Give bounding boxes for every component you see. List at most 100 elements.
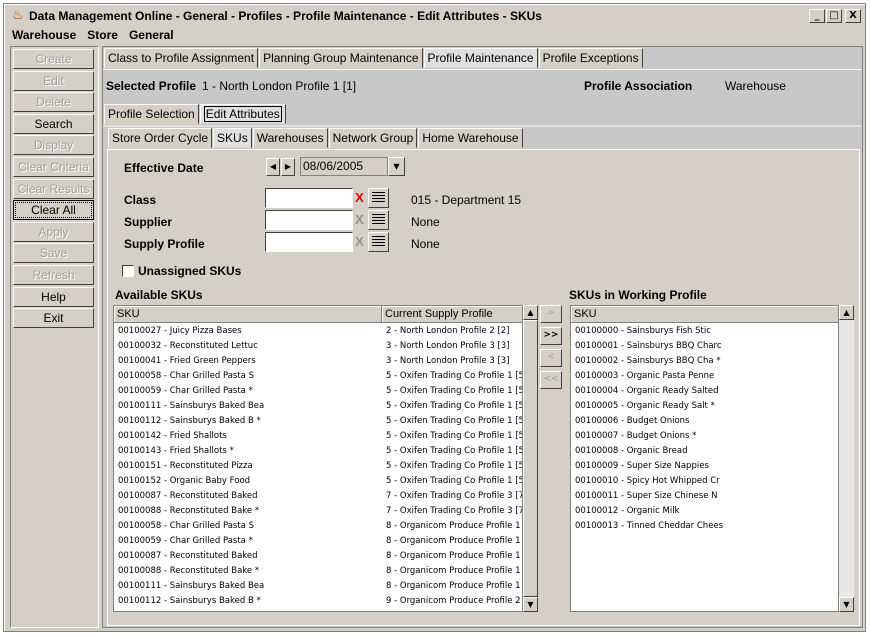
minimize-button[interactable]: _ bbox=[809, 8, 825, 23]
create-button[interactable]: Create bbox=[13, 49, 94, 69]
date-prev-button[interactable]: ◀ bbox=[266, 158, 280, 176]
working-scrollbar[interactable]: ▲ ▼ bbox=[839, 305, 854, 612]
menu-warehouse[interactable]: Warehouse bbox=[12, 28, 76, 42]
list-item[interactable]: 00100010 - Spicy Hot Whipped Cr bbox=[571, 474, 836, 489]
sku-cell: 00100111 - Sainsburys Baked Bea bbox=[118, 401, 265, 411]
scroll-down-arrow-icon[interactable]: ▼ bbox=[523, 597, 538, 612]
list-item[interactable]: 00100004 - Organic Ready Salted bbox=[571, 384, 836, 399]
table-row[interactable]: 00100112 - Sainsburys Baked B * 9 - Organ… bbox=[114, 594, 522, 609]
clear-all-button[interactable]: Clear All bbox=[13, 200, 94, 221]
tab-home-warehouse[interactable]: Home Warehouse bbox=[418, 128, 523, 148]
move-all-left-button[interactable]: << bbox=[540, 371, 562, 389]
sku-cell: 00100087 - Reconstituted Baked bbox=[118, 491, 258, 501]
apply-button[interactable]: Apply bbox=[13, 221, 94, 242]
table-row[interactable]: 00100058 - Char Grilled Pasta S 8 - Organ… bbox=[114, 519, 522, 534]
move-all-right-button[interactable]: >> bbox=[540, 327, 562, 345]
column-header-current-supply-profile[interactable]: Current Supply Profile bbox=[382, 306, 522, 322]
tab-warehouses[interactable]: Warehouses bbox=[252, 128, 328, 148]
table-row[interactable]: 00100152 - Organic Baby Food 5 - Oxifen T… bbox=[114, 474, 522, 489]
main-panel: Class to Profile Assignment Planning Gro… bbox=[102, 46, 863, 628]
table-row[interactable]: 00100027 - Juicy Pizza Bases 2 - North Lo… bbox=[114, 324, 522, 339]
column-header-sku[interactable]: SKU bbox=[114, 306, 382, 322]
delete-button[interactable]: Delete bbox=[13, 92, 94, 113]
maximize-button[interactable]: □ bbox=[826, 8, 842, 23]
scroll-up-arrow-icon[interactable]: ▲ bbox=[523, 305, 538, 320]
table-row[interactable]: 00100087 - Reconstituted Baked 7 - Oxifen… bbox=[114, 489, 522, 504]
date-dropdown-button[interactable]: ▼ bbox=[388, 157, 405, 176]
move-left-button[interactable]: < bbox=[540, 349, 562, 367]
tab-profile-maintenance[interactable]: Profile Maintenance bbox=[423, 48, 538, 68]
tab-profile-exceptions[interactable]: Profile Exceptions bbox=[538, 48, 643, 68]
list-item[interactable]: 00100005 - Organic Ready Salt * bbox=[571, 399, 836, 414]
list-item[interactable]: 00100002 - Sainsburys BBQ Cha * bbox=[571, 354, 836, 369]
close-button[interactable]: X bbox=[845, 8, 861, 23]
save-button[interactable]: Save bbox=[13, 243, 94, 264]
working-column-header-sku[interactable]: SKU bbox=[571, 306, 838, 322]
table-row[interactable]: 00100088 - Reconstituted Bake * 7 - Oxife… bbox=[114, 504, 522, 519]
table-row[interactable]: 00100143 - Fried Shallots * 5 - Oxifen Tr… bbox=[114, 444, 522, 459]
available-skus-table[interactable]: SKU Current Supply Profile 00100027 - Ju… bbox=[113, 305, 523, 612]
list-item[interactable]: 00100013 - Tinned Cheddar Chees bbox=[571, 519, 836, 534]
supplier-list-icon[interactable] bbox=[368, 210, 389, 230]
table-row[interactable]: 00100142 - Fried Shallots 5 - Oxifen Trad… bbox=[114, 429, 522, 444]
working-scroll-up-arrow-icon[interactable]: ▲ bbox=[839, 305, 854, 320]
table-row[interactable]: 00100111 - Sainsburys Baked Bea 5 - Oxife… bbox=[114, 399, 522, 414]
table-row[interactable]: 00100142 - Fried Shallots11 - Organicom … bbox=[114, 609, 522, 611]
unassigned-skus-checkbox[interactable] bbox=[122, 265, 134, 277]
title-bar[interactable]: ♨ Data Management Online - General - Pro… bbox=[6, 6, 863, 25]
table-row[interactable]: 00100088 - Reconstituted Bake * 8 - Organ… bbox=[114, 564, 522, 579]
date-next-button[interactable]: ▶ bbox=[281, 158, 295, 176]
refresh-button[interactable]: Refresh bbox=[13, 264, 94, 285]
tab-planning-group-maintenance[interactable]: Planning Group Maintenance bbox=[259, 48, 423, 68]
clear-criteria-button[interactable]: Clear Criteria bbox=[13, 156, 94, 177]
menu-general[interactable]: General bbox=[129, 28, 174, 42]
table-row[interactable]: 00100032 - Reconstituted Lettuc 3 - North… bbox=[114, 339, 522, 354]
table-row[interactable]: 00100087 - Reconstituted Baked 8 - Organi… bbox=[114, 549, 522, 564]
move-right-button[interactable]: > bbox=[540, 305, 562, 323]
available-scrollbar[interactable]: ▲ ▼ bbox=[523, 305, 538, 612]
tab-edit-attributes[interactable]: Edit Attributes bbox=[199, 104, 286, 124]
clear-results-button[interactable]: Clear Results bbox=[13, 178, 94, 199]
list-item[interactable]: 00100011 - Super Size Chinese N bbox=[571, 489, 836, 504]
exit-button[interactable]: Exit bbox=[13, 308, 94, 329]
table-row[interactable]: 00100059 - Char Grilled Pasta * 8 - Organ… bbox=[114, 534, 522, 549]
class-clear-icon[interactable]: X bbox=[353, 188, 366, 208]
supplier-clear-icon[interactable]: X bbox=[353, 210, 366, 230]
working-sku-cell: 00100004 - Organic Ready Salted bbox=[575, 386, 719, 396]
tab-network-group[interactable]: Network Group bbox=[328, 128, 418, 148]
tab-store-order-cycle[interactable]: Store Order Cycle bbox=[108, 128, 213, 148]
list-item[interactable]: 00100008 - Organic Bread bbox=[571, 444, 836, 459]
class-list-icon[interactable] bbox=[368, 188, 389, 208]
help-button[interactable]: Help bbox=[13, 286, 94, 307]
working-scroll-down-arrow-icon[interactable]: ▼ bbox=[839, 597, 854, 612]
table-row[interactable]: 00100111 - Sainsburys Baked Bea 8 - Organ… bbox=[114, 579, 522, 594]
list-item[interactable]: 00100009 - Super Size Nappies bbox=[571, 459, 836, 474]
working-skus-table[interactable]: SKU 00100000 - Sainsburys Fish Stic 00100… bbox=[570, 305, 839, 612]
list-item[interactable]: 00100006 - Budget Onions bbox=[571, 414, 836, 429]
supplier-input[interactable] bbox=[265, 210, 353, 230]
display-button[interactable]: Display bbox=[13, 135, 94, 156]
tab-skus[interactable]: SKUs bbox=[213, 128, 252, 148]
effective-date-field[interactable]: 08/06/2005 bbox=[300, 157, 388, 176]
edit-button[interactable]: Edit bbox=[13, 70, 94, 91]
table-row[interactable]: 00100151 - Reconstituted Pizza 5 - Oxifen… bbox=[114, 459, 522, 474]
supply-profile-list-icon[interactable] bbox=[368, 232, 389, 252]
list-item[interactable]: 00100007 - Budget Onions * bbox=[571, 429, 836, 444]
list-item[interactable]: 00100001 - Sainsburys BBQ Charc bbox=[571, 339, 836, 354]
menu-store[interactable]: Store bbox=[87, 28, 118, 42]
table-row[interactable]: 00100041 - Fried Green Peppers 3 - North … bbox=[114, 354, 522, 369]
action-toolbar: Create Edit Delete Search Display Clear Crite… bbox=[10, 46, 99, 628]
table-row[interactable]: 00100059 - Char Grilled Pasta * 5 - Oxife… bbox=[114, 384, 522, 399]
scroll-thumb[interactable] bbox=[523, 320, 538, 597]
search-button[interactable]: Search bbox=[13, 113, 94, 134]
tab-profile-selection[interactable]: Profile Selection bbox=[104, 104, 199, 124]
class-input[interactable] bbox=[265, 188, 353, 208]
supply-profile-input[interactable] bbox=[265, 232, 353, 252]
supply-profile-clear-icon[interactable]: X bbox=[353, 232, 366, 252]
table-row[interactable]: 00100058 - Char Grilled Pasta S 5 - Oxife… bbox=[114, 369, 522, 384]
tab-class-to-profile-assignment[interactable]: Class to Profile Assignment bbox=[104, 48, 259, 68]
table-row[interactable]: 00100112 - Sainsburys Baked B * 5 - Oxife… bbox=[114, 414, 522, 429]
list-item[interactable]: 00100003 - Organic Pasta Penne bbox=[571, 369, 836, 384]
list-item[interactable]: 00100000 - Sainsburys Fish Stic bbox=[571, 324, 836, 339]
list-item[interactable]: 00100012 - Organic Milk bbox=[571, 504, 836, 519]
